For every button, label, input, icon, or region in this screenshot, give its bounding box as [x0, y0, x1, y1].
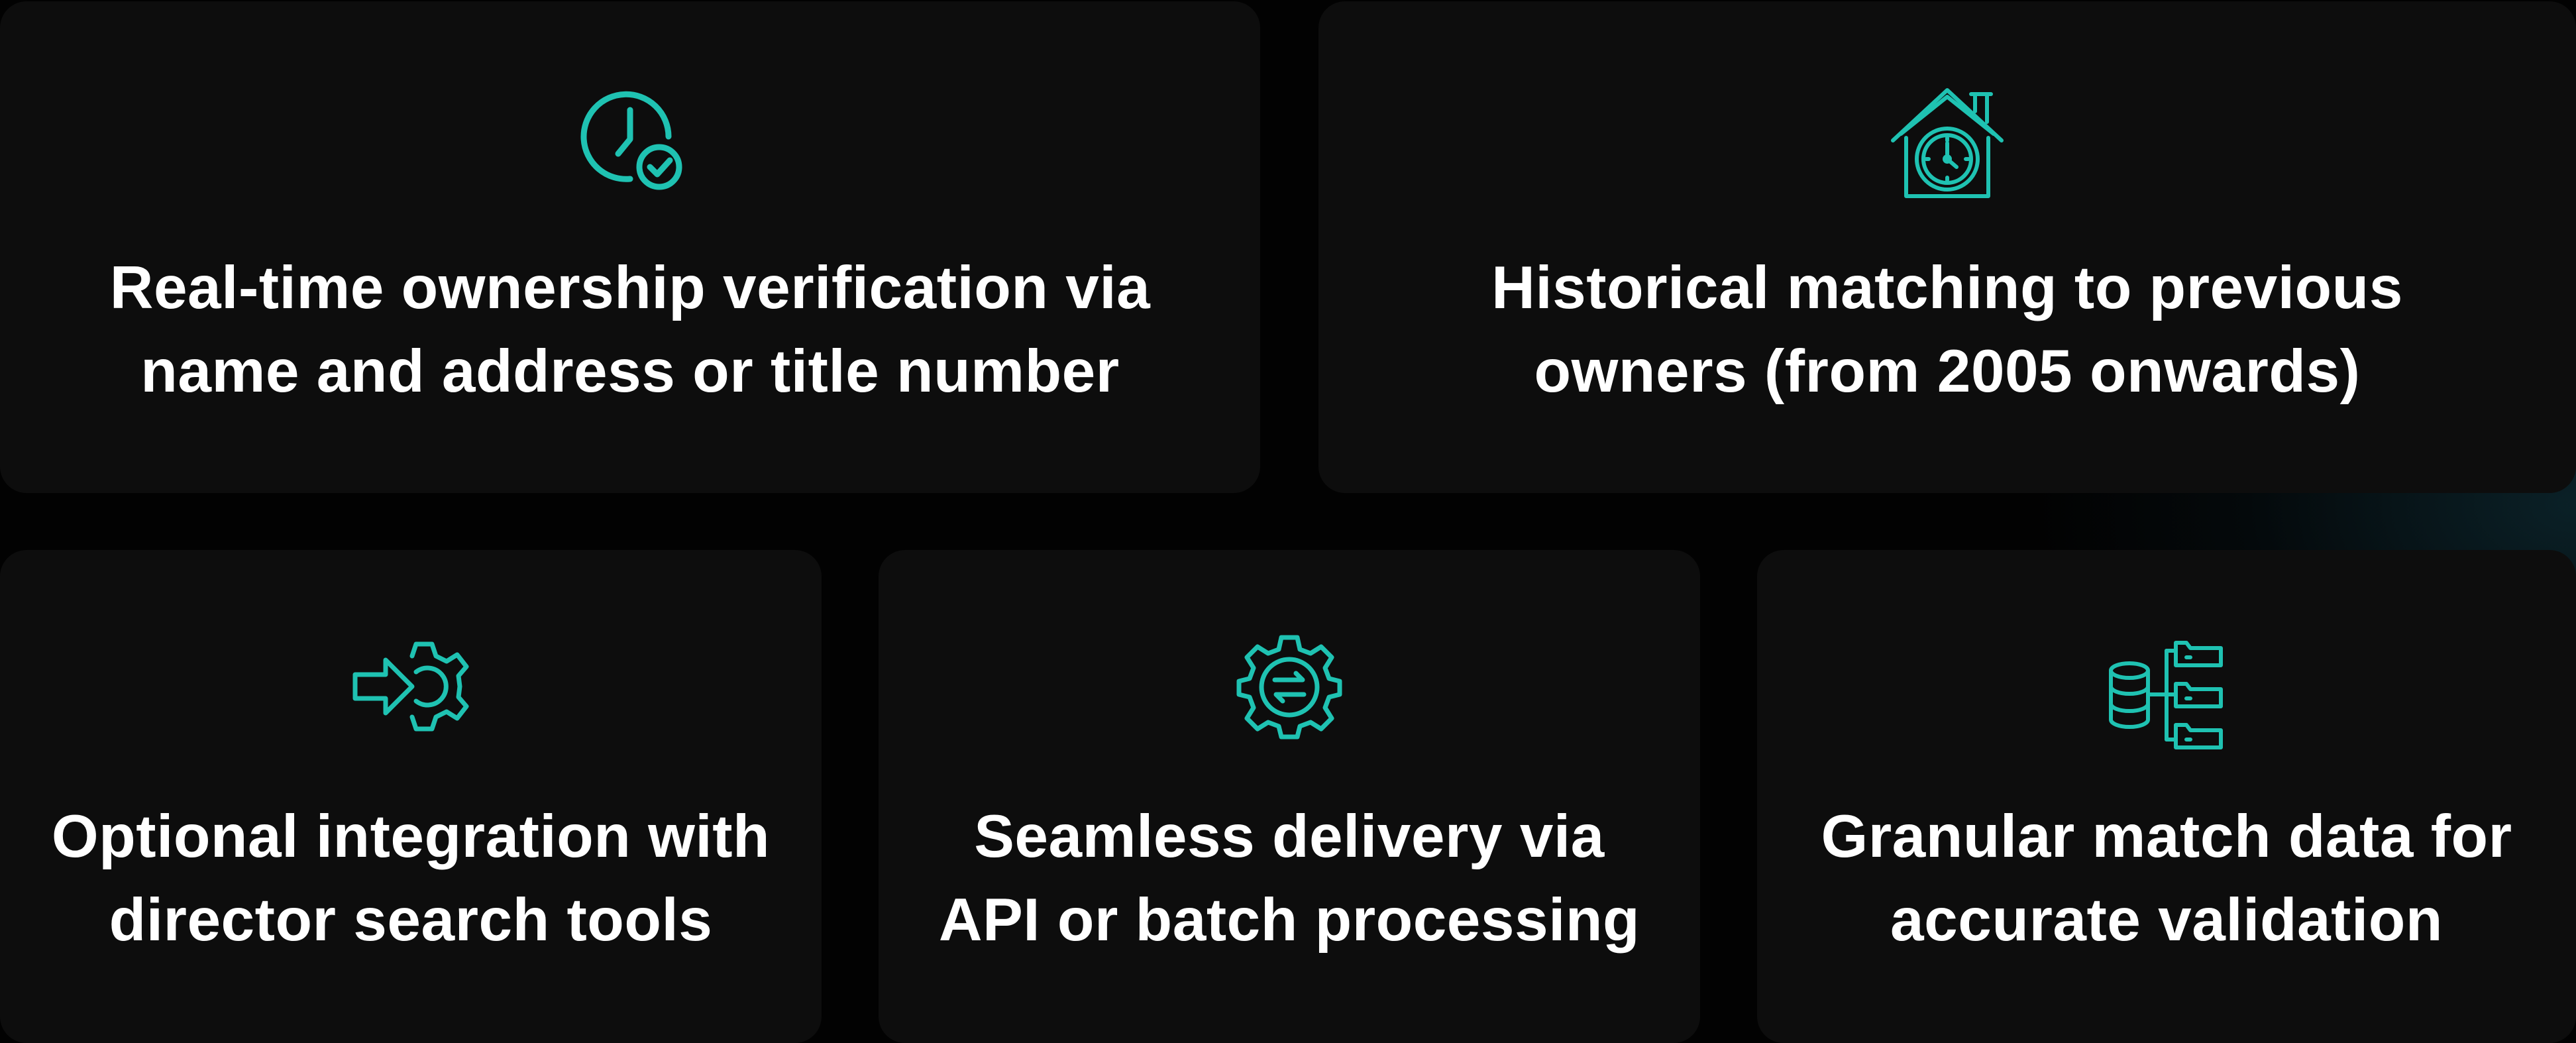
- clock-check-icon: [580, 91, 682, 190]
- feature-text-line-1: Granular match data for: [1821, 803, 2512, 870]
- feature-card-historical-matching: Historical matching to previous owners (…: [1318, 1, 2576, 493]
- feature-card-granular-match-data: Granular match data for accurate validat…: [1757, 550, 2576, 1043]
- gear-sync-arrows-icon: [1236, 635, 1342, 740]
- arrow-gear-integration-icon: [352, 641, 469, 732]
- feature-text: Optional integration with director searc…: [0, 795, 822, 962]
- feature-card-ownership-verification: Real-time ownership verification via nam…: [0, 1, 1260, 493]
- feature-text-line-1: Historical matching to previous: [1491, 254, 2403, 321]
- feature-text-line-2: API or batch processing: [938, 887, 1640, 954]
- feature-text-line-2: director search tools: [109, 887, 713, 954]
- feature-text-line-2: accurate validation: [1890, 887, 2443, 954]
- database-folders-icon: [2109, 641, 2223, 749]
- house-clock-icon: [1891, 88, 2004, 198]
- feature-text: Real-time ownership verification via nam…: [0, 247, 1260, 413]
- feature-text-line-2: owners (from 2005 onwards): [1534, 338, 2361, 405]
- feature-card-seamless-delivery: Seamless delivery via API or batch proce…: [879, 550, 1700, 1043]
- feature-card-director-integration: Optional integration with director searc…: [0, 550, 822, 1043]
- feature-text-line-1: Optional integration with: [51, 803, 771, 870]
- feature-text: Granular match data for accurate validat…: [1757, 795, 2576, 962]
- feature-text: Historical matching to previous owners (…: [1318, 247, 2576, 413]
- feature-text-line-1: Real-time ownership verification via: [109, 254, 1151, 321]
- feature-text-line-2: name and address or title number: [140, 338, 1120, 405]
- feature-text: Seamless delivery via API or batch proce…: [879, 795, 1700, 962]
- feature-text-line-1: Seamless delivery via: [974, 803, 1605, 870]
